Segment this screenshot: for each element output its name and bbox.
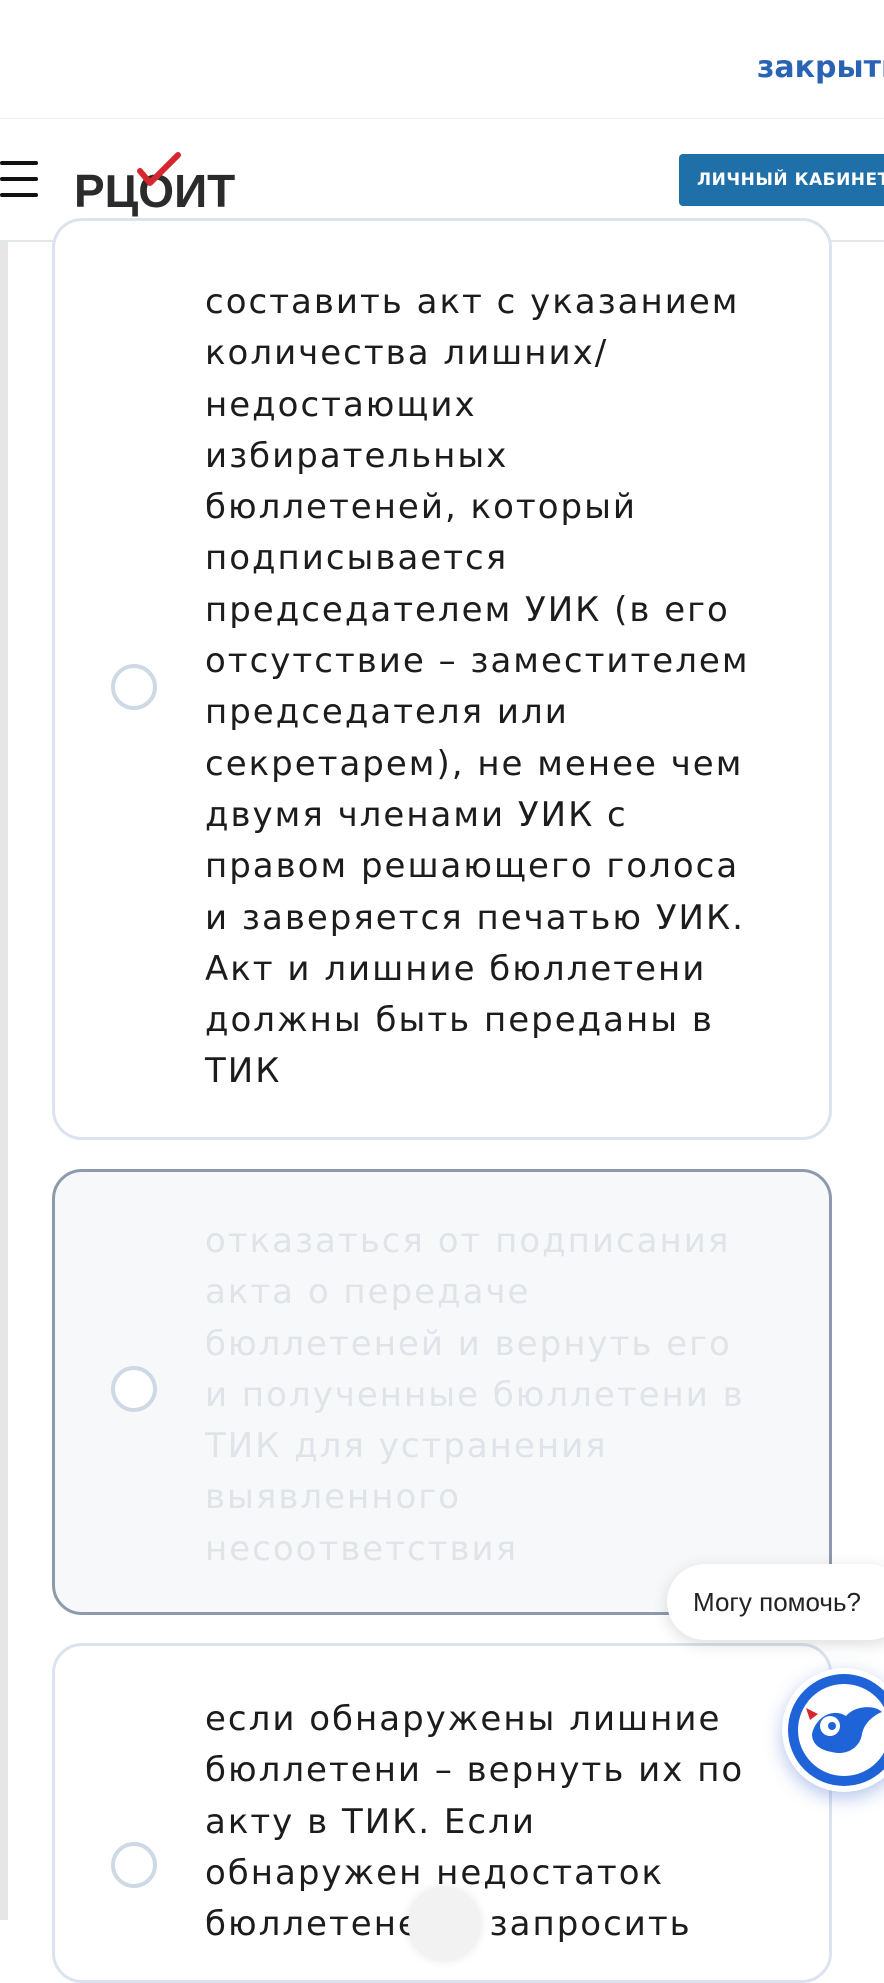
- answer-radio[interactable]: [111, 1842, 157, 1888]
- logo-text: РЦОИТ: [74, 165, 235, 217]
- left-rail: [0, 242, 8, 1920]
- answer-text: составить акт с указанием количества лиш…: [205, 282, 750, 1092]
- answer-option-2: отказаться от подписания акта о передаче…: [52, 1169, 832, 1615]
- close-link[interactable]: закрыть: [757, 50, 884, 85]
- answer-radio[interactable]: [111, 664, 157, 710]
- assistant-button[interactable]: [782, 1668, 884, 1792]
- answer-text: отказаться от подписания акта о передаче…: [205, 1221, 745, 1569]
- scroll-indicator[interactable]: [408, 1888, 480, 1960]
- help-bubble[interactable]: Могу помочь?: [667, 1564, 884, 1640]
- answer-option-1[interactable]: составить акт с указанием количества лиш…: [52, 218, 832, 1140]
- personal-account-button[interactable]: ЛИЧНЫЙ КАБИНЕТ: [679, 154, 884, 206]
- answer-text: если обнаружены лишние бюллетени – верну…: [205, 1699, 745, 1945]
- top-bar: закрыть: [0, 0, 884, 119]
- rcoit-logo[interactable]: РЦОИТ: [74, 149, 244, 219]
- answer-radio: [111, 1366, 157, 1412]
- assistant-bird-icon: [788, 1674, 884, 1786]
- hamburger-menu-icon[interactable]: [0, 161, 38, 197]
